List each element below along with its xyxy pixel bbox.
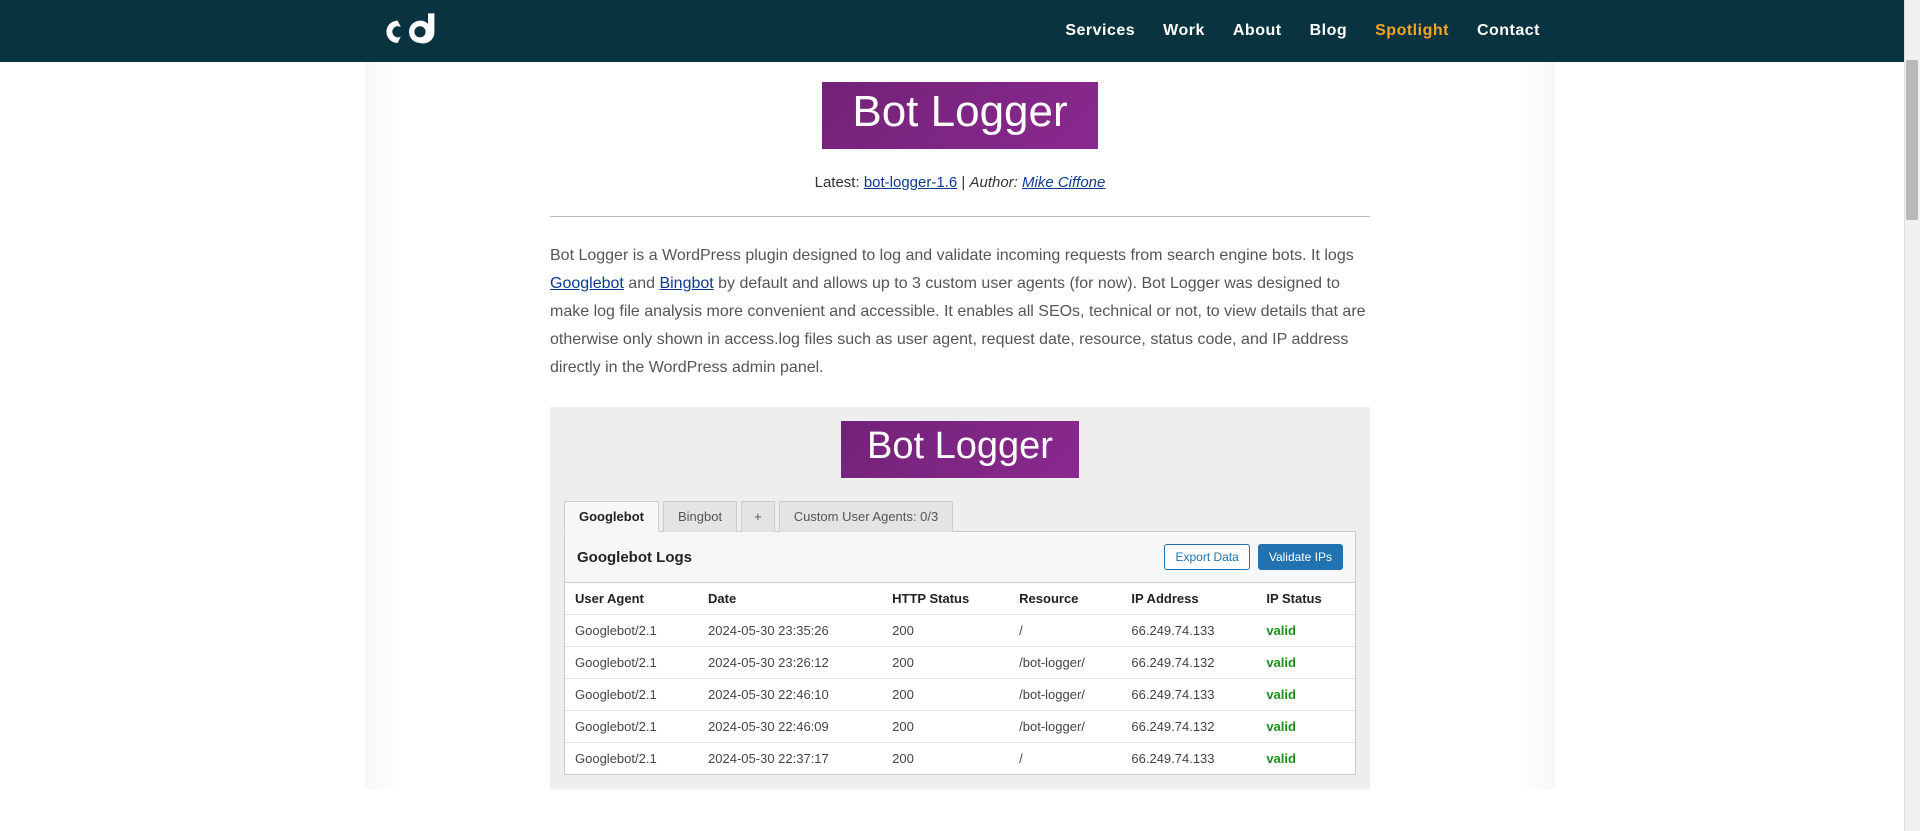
log-table: User AgentDateHTTP StatusResourceIP Addr… [565, 582, 1355, 774]
cell-user-agent: Googlebot/2.1 [565, 711, 698, 743]
site-logo[interactable] [380, 10, 444, 52]
col-ip-address: IP Address [1121, 583, 1256, 615]
tab-googlebot[interactable]: Googlebot [564, 501, 659, 532]
table-row: Googlebot/2.12024-05-30 22:46:09200/bot-… [565, 711, 1355, 743]
table-row: Googlebot/2.12024-05-30 23:35:26200/66.2… [565, 615, 1355, 647]
cell-resource: / [1009, 743, 1121, 775]
col-user-agent: User Agent [565, 583, 698, 615]
col-resource: Resource [1009, 583, 1121, 615]
nav-link-work[interactable]: Work [1163, 22, 1205, 40]
nav-link-blog[interactable]: Blog [1310, 22, 1348, 40]
cell-user-agent: Googlebot/2.1 [565, 743, 698, 775]
export-data-button[interactable]: Export Data [1164, 544, 1249, 570]
table-row: Googlebot/2.12024-05-30 23:26:12200/bot-… [565, 647, 1355, 679]
cell-user-agent: Googlebot/2.1 [565, 679, 698, 711]
desc-text-2: and [624, 275, 660, 292]
latest-label: Latest: [815, 174, 860, 191]
section-divider [550, 216, 1370, 217]
panel-badge: Bot Logger [841, 421, 1079, 478]
validate-ips-button[interactable]: Validate IPs [1258, 544, 1343, 570]
description-paragraph: Bot Logger is a WordPress plugin designe… [550, 242, 1370, 382]
cell-user-agent: Googlebot/2.1 [565, 647, 698, 679]
cell-status: 200 [882, 647, 1009, 679]
cell-ip: 66.249.74.132 [1121, 647, 1256, 679]
cell-date: 2024-05-30 23:35:26 [698, 615, 882, 647]
scrollbar-track[interactable] [1904, 0, 1920, 831]
cell-ip-status: valid [1256, 679, 1355, 711]
nav-link-services[interactable]: Services [1065, 22, 1135, 40]
cell-ip-status: valid [1256, 743, 1355, 775]
cell-user-agent: Googlebot/2.1 [565, 615, 698, 647]
cell-status: 200 [882, 711, 1009, 743]
nav-links: Services Work About Blog Spotlight Contact [1065, 22, 1540, 40]
author-link[interactable]: Mike Ciffone [1022, 174, 1105, 191]
cell-date: 2024-05-30 22:46:10 [698, 679, 882, 711]
cell-date: 2024-05-30 23:26:12 [698, 647, 882, 679]
scrollbar-thumb[interactable] [1906, 60, 1918, 220]
cell-status: 200 [882, 679, 1009, 711]
latest-version-link[interactable]: bot-logger-1.6 [864, 174, 957, 191]
meta-line: Latest: bot-logger-1.6 | Author: Mike Ci… [550, 174, 1370, 191]
top-navigation: Services Work About Blog Spotlight Contact [0, 0, 1920, 62]
col-ip-status: IP Status [1256, 583, 1355, 615]
author-label: Author: [969, 174, 1022, 191]
table-row: Googlebot/2.12024-05-30 22:37:17200/66.2… [565, 743, 1355, 775]
tab-add[interactable]: + [741, 501, 775, 532]
cell-ip-status: valid [1256, 615, 1355, 647]
col-date: Date [698, 583, 882, 615]
bingbot-link[interactable]: Bingbot [659, 275, 713, 292]
nav-link-spotlight[interactable]: Spotlight [1375, 22, 1449, 40]
cell-ip-status: valid [1256, 711, 1355, 743]
cell-resource: /bot-logger/ [1009, 711, 1121, 743]
cell-date: 2024-05-30 22:37:17 [698, 743, 882, 775]
cell-date: 2024-05-30 22:46:09 [698, 711, 882, 743]
cell-ip: 66.249.74.133 [1121, 743, 1256, 775]
col-http-status: HTTP Status [882, 583, 1009, 615]
tab-row: GooglebotBingbot+Custom User Agents: 0/3 [564, 500, 1356, 532]
table-row: Googlebot/2.12024-05-30 22:46:10200/bot-… [565, 679, 1355, 711]
tab-custom-user-agents-0-3[interactable]: Custom User Agents: 0/3 [779, 501, 954, 532]
desc-text-1: Bot Logger is a WordPress plugin designe… [550, 247, 1354, 264]
cell-resource: / [1009, 615, 1121, 647]
cell-ip-status: valid [1256, 647, 1355, 679]
tab-bingbot[interactable]: Bingbot [663, 501, 737, 532]
cell-status: 200 [882, 615, 1009, 647]
cell-ip: 66.249.74.133 [1121, 679, 1256, 711]
nav-link-about[interactable]: About [1233, 22, 1282, 40]
nav-link-contact[interactable]: Contact [1477, 22, 1540, 40]
cell-ip: 66.249.74.132 [1121, 711, 1256, 743]
screenshot-panel: Bot Logger GooglebotBingbot+Custom User … [550, 407, 1370, 789]
log-card: Googlebot Logs Export Data Validate IPs … [564, 532, 1356, 775]
cell-resource: /bot-logger/ [1009, 679, 1121, 711]
cell-status: 200 [882, 743, 1009, 775]
googlebot-link[interactable]: Googlebot [550, 275, 624, 292]
cell-ip: 66.249.74.133 [1121, 615, 1256, 647]
card-title: Googlebot Logs [577, 549, 692, 566]
cell-resource: /bot-logger/ [1009, 647, 1121, 679]
hero-title-badge: Bot Logger [822, 82, 1097, 149]
